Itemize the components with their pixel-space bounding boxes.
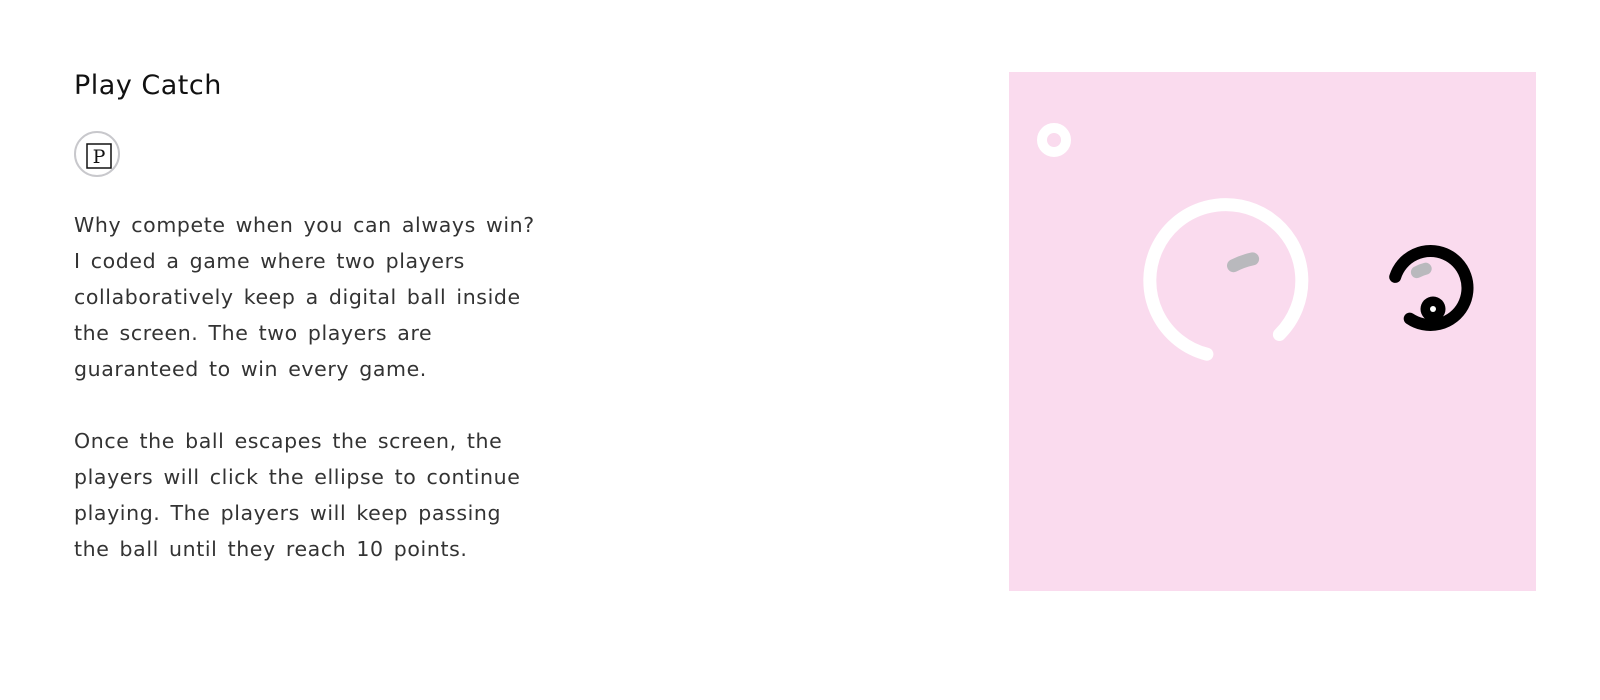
player-two-center-dot — [1430, 306, 1436, 312]
player-one-ring[interactable] — [1143, 198, 1309, 361]
game-scene — [1037, 123, 1474, 361]
player-one-marker — [1227, 252, 1260, 273]
description-paragraph: Why compete when you can always win? I c… — [74, 213, 535, 381]
player-two-marker — [1410, 262, 1432, 279]
game-canvas[interactable] — [1009, 72, 1536, 591]
author-avatar[interactable]: P — [74, 131, 120, 177]
player-two-ring[interactable] — [1389, 245, 1474, 331]
p-logo-icon: P — [86, 143, 112, 169]
description-paragraph: Once the ball escapes the screen, the pl… — [74, 429, 521, 561]
author-glyph: P — [93, 146, 106, 168]
page-title: Play Catch — [74, 70, 222, 101]
project-description: Why compete when you can always win? I c… — [74, 207, 544, 567]
project-info: Play Catch P Why compete when you can al… — [74, 66, 544, 567]
ball — [1037, 123, 1071, 157]
